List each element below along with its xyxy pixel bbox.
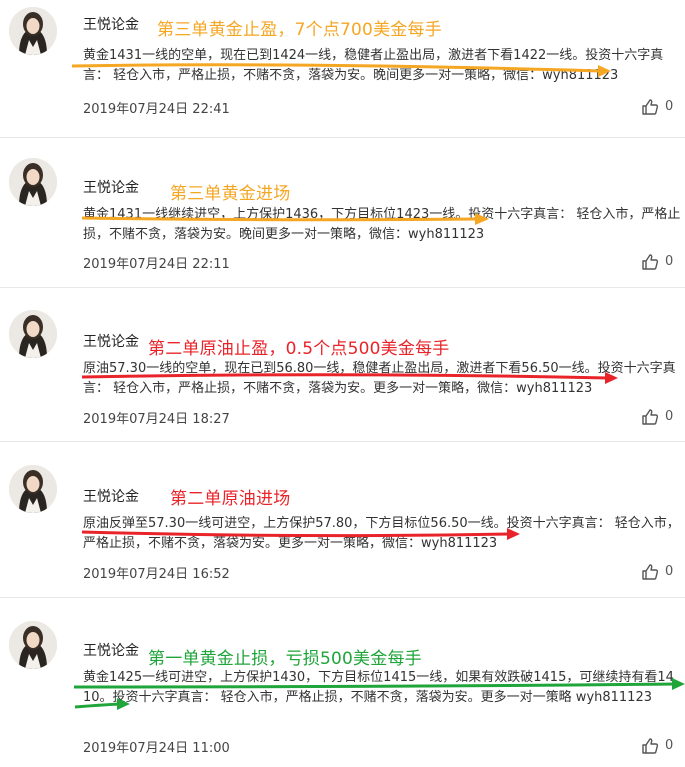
like-count: 0 bbox=[665, 99, 674, 114]
post-item: 王悦论金 第一单黄金止损，亏损500美金每手 黄金1425一线可进空，上方保护1… bbox=[0, 598, 685, 767]
avatar[interactable] bbox=[9, 310, 57, 358]
post-item: 王悦论金 第三单黄金止盈，7个点700美金每手 黄金1431一线的空单，现在已到… bbox=[0, 0, 685, 150]
like-button[interactable]: 0 bbox=[641, 253, 681, 271]
post-content: 黄金1425一线可进空，上方保护1430，下方目标位1415一线，如果有效跌破1… bbox=[83, 670, 674, 705]
like-button[interactable]: 0 bbox=[641, 408, 681, 426]
post-headline: 第三单黄金进场 bbox=[170, 184, 291, 204]
post-headline: 第三单黄金止盈，7个点700美金每手 bbox=[157, 20, 442, 40]
post-item: 王悦论金 第二单原油止盈，0.5个点500美金每手 原油57.30一线的空单，现… bbox=[0, 288, 685, 441]
post-item: 王悦论金 第三单黄金进场 黄金1431一线继续进空，上方保护1436，下方目标位… bbox=[0, 150, 685, 287]
avatar[interactable] bbox=[9, 158, 57, 206]
post-headline: 第一单黄金止损，亏损500美金每手 bbox=[148, 649, 422, 669]
author-name[interactable]: 王悦论金 bbox=[83, 331, 139, 351]
author-name[interactable]: 王悦论金 bbox=[83, 640, 139, 660]
author-name[interactable]: 王悦论金 bbox=[83, 177, 139, 197]
avatar[interactable] bbox=[9, 7, 57, 55]
post-item: 王悦论金 第二单原油进场 原油反弹至57.30一线可进空，上方保护57.80，下… bbox=[0, 442, 685, 597]
thumbs-up-icon bbox=[642, 738, 659, 754]
avatar[interactable] bbox=[9, 465, 57, 513]
avatar-image bbox=[9, 158, 57, 206]
divider bbox=[0, 137, 685, 138]
author-name[interactable]: 王悦论金 bbox=[83, 14, 139, 34]
thumbs-up-icon bbox=[642, 409, 659, 425]
post-content: 黄金1431一线的空单，现在已到1424一线，稳健者止盈出局，激进者下看1422… bbox=[83, 48, 664, 83]
post-content: 原油反弹至57.30一线可进空，上方保护57.80，下方目标位56.50一线。投… bbox=[83, 516, 680, 551]
avatar-image bbox=[9, 621, 57, 669]
post-headline: 第二单原油进场 bbox=[170, 489, 291, 509]
avatar[interactable] bbox=[9, 621, 57, 669]
like-count: 0 bbox=[665, 738, 674, 753]
post-timestamp: 2019年07月24日 18:27 bbox=[83, 412, 230, 427]
like-count: 0 bbox=[665, 254, 674, 269]
post-timestamp: 2019年07月24日 22:11 bbox=[83, 257, 230, 272]
author-name[interactable]: 王悦论金 bbox=[83, 486, 139, 506]
post-content: 黄金1431一线继续进空，上方保护1436，下方目标位1423一线。投资十六字真… bbox=[83, 207, 681, 242]
post-headline: 第二单原油止盈，0.5个点500美金每手 bbox=[148, 339, 450, 359]
like-count: 0 bbox=[665, 409, 674, 424]
like-button[interactable]: 0 bbox=[641, 98, 681, 116]
avatar-image bbox=[9, 7, 57, 55]
avatar-image bbox=[9, 310, 57, 358]
avatar-image bbox=[9, 465, 57, 513]
post-timestamp: 2019年07月24日 22:41 bbox=[83, 102, 230, 117]
thumbs-up-icon bbox=[642, 99, 659, 115]
post-timestamp: 2019年07月24日 16:52 bbox=[83, 567, 230, 582]
like-count: 0 bbox=[665, 564, 674, 579]
thumbs-up-icon bbox=[642, 564, 659, 580]
like-button[interactable]: 0 bbox=[641, 737, 681, 755]
post-timestamp: 2019年07月24日 11:00 bbox=[83, 741, 230, 756]
post-content: 原油57.30一线的空单，现在已到56.80一线，稳健者止盈出局，激进者下看56… bbox=[83, 361, 676, 396]
thumbs-up-icon bbox=[642, 254, 659, 270]
like-button[interactable]: 0 bbox=[641, 563, 681, 581]
